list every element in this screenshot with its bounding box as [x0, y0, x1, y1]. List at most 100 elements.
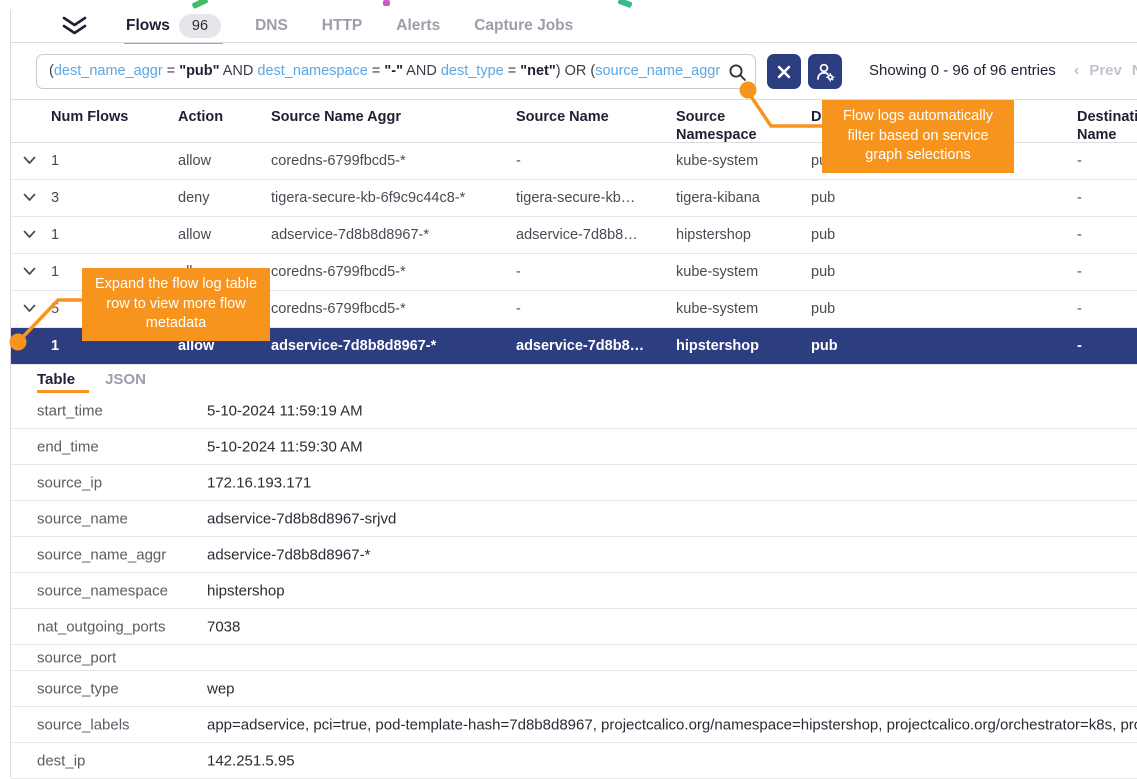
detail-value: hipstershop: [207, 582, 285, 599]
query-token-plain: =: [368, 63, 385, 79]
cell-num: 1: [51, 153, 161, 169]
cell-sna: coredns-6799fbcd5-*: [271, 301, 506, 317]
row-expander[interactable]: [23, 190, 47, 206]
cell-sn: -: [516, 264, 666, 280]
tab-http[interactable]: HTTP: [322, 10, 362, 42]
cell-act: deny: [178, 190, 263, 206]
expand-row-chevron-icon[interactable]: [23, 156, 36, 165]
cell-sns: hipstershop: [676, 227, 801, 243]
cell-sns: kube-system: [676, 153, 801, 169]
detail-value: 7038: [207, 618, 240, 635]
tab-label: Alerts: [396, 17, 440, 35]
detail-value: app=adservice, pci=true, pod-template-ha…: [207, 716, 1137, 733]
cell-sns: hipstershop: [676, 338, 801, 354]
cell-sna: adservice-7d8b8d8967-*: [271, 227, 506, 243]
query-token-value: "net": [520, 63, 556, 79]
entries-count-text: Showing 0 - 96 of 96 entries: [869, 62, 1056, 79]
row-expander[interactable]: [23, 227, 47, 243]
cell-dna: pub: [811, 264, 1066, 280]
search-icon[interactable]: [725, 61, 749, 84]
user-gear-icon: [814, 61, 836, 83]
cell-dn: -: [1077, 301, 1137, 317]
detail-row-source-labels: source_labelsapp=adservice, pci=true, po…: [11, 707, 1137, 743]
detail-value: 142.251.5.95: [207, 752, 295, 769]
cell-sn: adservice-7d8b8…: [516, 227, 666, 243]
expand-row-chevron-icon[interactable]: [23, 230, 36, 239]
clear-filter-button[interactable]: [767, 54, 801, 89]
detail-row-source-port: source_port: [11, 645, 1137, 671]
row-expander[interactable]: [23, 153, 47, 169]
tab-capture-jobs[interactable]: Capture Jobs: [474, 10, 573, 42]
cell-num: 3: [51, 190, 161, 206]
detail-value: adservice-7d8b8d8967-srjvd: [207, 510, 396, 527]
cell-sns: kube-system: [676, 301, 801, 317]
query-token-plain: AND: [220, 63, 258, 79]
expand-row-chevron-icon[interactable]: [23, 267, 36, 276]
detail-value: 172.16.193.171: [207, 474, 311, 491]
query-token-value: "pub": [179, 63, 219, 79]
detail-tab-json[interactable]: JSON: [105, 365, 146, 393]
detail-row-source-namespace: source_namespacehipstershop: [11, 573, 1137, 609]
flow-detail-tab-bar: Table JSON: [11, 365, 1137, 393]
cell-sns: tigera-kibana: [676, 190, 801, 206]
cell-sns: kube-system: [676, 264, 801, 280]
query-token-plain: AND: [403, 63, 441, 79]
collapse-panel-double-chevron-icon[interactable]: [61, 16, 88, 36]
flow-log-tab-bar: Flows96 DNS HTTP Alerts Capture Jobs: [11, 10, 1137, 43]
column-header-num-flows: Num Flows: [51, 108, 141, 126]
next-page-button[interactable]: Next: [1132, 62, 1137, 80]
tab-dns[interactable]: DNS: [255, 10, 288, 42]
detail-key: start_time: [37, 402, 103, 419]
background-graph-fragment: [617, 0, 632, 8]
detail-value: adservice-7d8b8d8967-*: [207, 546, 370, 563]
cell-sn: adservice-7d8b8…: [516, 338, 666, 354]
detail-key: source_name_aggr: [37, 546, 166, 563]
query-token-value: "-": [384, 63, 403, 79]
detail-value: wep: [207, 680, 235, 697]
cell-dn: -: [1077, 338, 1137, 354]
tab-label: Flows: [126, 17, 170, 35]
detail-tab-table[interactable]: Table: [37, 365, 75, 393]
user-settings-button[interactable]: [808, 54, 842, 89]
column-header-source-name: Source Name: [516, 108, 666, 126]
column-header-action: Action: [178, 108, 263, 126]
cell-dna: pub: [811, 190, 1066, 206]
row-expander[interactable]: [23, 264, 47, 280]
detail-row-start-time: start_time5-10-2024 11:59:19 AM: [11, 393, 1137, 429]
tab-alerts[interactable]: Alerts: [396, 10, 440, 42]
cell-sna: coredns-6799fbcd5-*: [271, 264, 506, 280]
cell-sn: tigera-secure-kb…: [516, 190, 666, 206]
cell-dna: pub: [811, 301, 1066, 317]
query-token-plain: =: [504, 63, 521, 79]
row-expander[interactable]: [23, 301, 47, 317]
tab-label: HTTP: [322, 17, 362, 35]
detail-row-source-name: source_nameadservice-7d8b8d8967-srjvd: [11, 501, 1137, 537]
filter-annotation-tooltip: Flow logs automatically filter based on …: [822, 100, 1014, 173]
background-graph-fragment: [191, 0, 208, 9]
detail-row-dest-ip: dest_ip142.251.5.95: [11, 743, 1137, 779]
query-token-field: dest_namespace: [257, 63, 367, 79]
flow-table-row[interactable]: 1allowadservice-7d8b8d8967-*adservice-7d…: [11, 217, 1137, 254]
expand-row-chevron-icon[interactable]: [23, 304, 36, 313]
prev-page-button[interactable]: Prev: [1089, 62, 1122, 80]
tab-label: Capture Jobs: [474, 17, 573, 35]
column-header-source-namespace: Source Namespace: [676, 108, 766, 144]
cell-sna: coredns-6799fbcd5-*: [271, 153, 506, 169]
query-token-plain: =: [163, 63, 180, 79]
background-graph-fragment: [383, 0, 390, 6]
detail-key: source_port: [37, 649, 116, 666]
tab-flows[interactable]: Flows96: [126, 10, 221, 42]
cell-dn: -: [1077, 153, 1137, 169]
prev-arrow-icon[interactable]: ‹: [1074, 62, 1079, 80]
query-token-field: source_name_aggr: [595, 63, 720, 79]
cell-dn: -: [1077, 227, 1137, 243]
cell-sna: tigera-secure-kb-6f9c9c44c8-*: [271, 190, 506, 206]
close-icon: [777, 65, 791, 79]
filter-query-input[interactable]: (dest_name_aggr = "pub" AND dest_namespa…: [36, 54, 756, 89]
detail-key: source_ip: [37, 474, 102, 491]
cell-dna: pub: [811, 227, 1066, 243]
expand-annotation-tooltip: Expand the flow log table row to view mo…: [82, 268, 270, 341]
expand-row-chevron-icon[interactable]: [23, 193, 36, 202]
flow-table-row[interactable]: 3 deny tigera-secure-kb-6f9c9c44c8-* tigera…: [11, 180, 1137, 217]
detail-key: source_type: [37, 680, 119, 697]
